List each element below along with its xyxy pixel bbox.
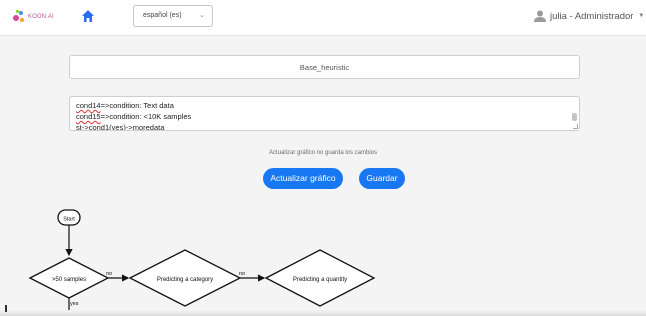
save-button[interactable]: Guardar — [359, 168, 405, 189]
scrollbar-thumb[interactable] — [572, 113, 577, 121]
edge-label: no — [106, 271, 112, 277]
svg-text:Predicting a quantity: Predicting a quantity — [293, 277, 347, 283]
home-icon[interactable] — [81, 9, 95, 23]
svg-text:Predicting a category: Predicting a category — [157, 277, 213, 283]
code-line: cond15=>condition: <10K samples — [76, 112, 192, 121]
chevron-down-icon: ⌄ — [199, 12, 205, 19]
language-value: español (es) — [143, 12, 182, 19]
flowchart-canvas: Start >50 samples no Predicting a catego… — [28, 209, 376, 316]
start-node: Start — [57, 209, 81, 226]
bottom-shadow — [0, 310, 646, 316]
text-cursor — [5, 305, 7, 312]
edge-label: no — [239, 271, 245, 277]
decision-node: Predicting a quantity — [264, 249, 376, 307]
svg-text:Start: Start — [63, 217, 75, 223]
flowchart-code-editor[interactable]: cond14=>condition: Text data cond15=>con… — [69, 96, 580, 131]
decision-node: >50 samples — [28, 257, 110, 299]
user-icon — [534, 10, 546, 22]
resize-handle[interactable] — [573, 124, 578, 129]
top-navbar: KOON.AI español (es) ⌄ julia - Administr… — [0, 0, 646, 36]
user-name: julia - Administrador — [550, 10, 634, 22]
logo-text: KOON.AI — [28, 14, 54, 20]
logo-icon — [12, 10, 26, 24]
svg-text:>50 samples: >50 samples — [52, 277, 86, 283]
decision-node: Predicting a category — [128, 249, 242, 307]
code-line: st->cond1(yes)->moredata — [76, 123, 165, 131]
chevron-down-icon: ▼ — [638, 13, 645, 19]
app-logo[interactable]: KOON.AI — [12, 10, 54, 24]
update-note: Actualizar gráfico no guarda los cambios — [268, 150, 378, 156]
update-chart-button[interactable]: Actualizar gráfico — [263, 168, 343, 189]
code-line: cond14=>condition: Text data — [76, 101, 174, 110]
language-select[interactable]: español (es) ⌄ — [133, 5, 213, 27]
user-menu[interactable]: julia - Administrador ▼ — [534, 10, 644, 22]
title-input[interactable] — [69, 55, 580, 79]
edge-label: yes — [70, 301, 79, 307]
